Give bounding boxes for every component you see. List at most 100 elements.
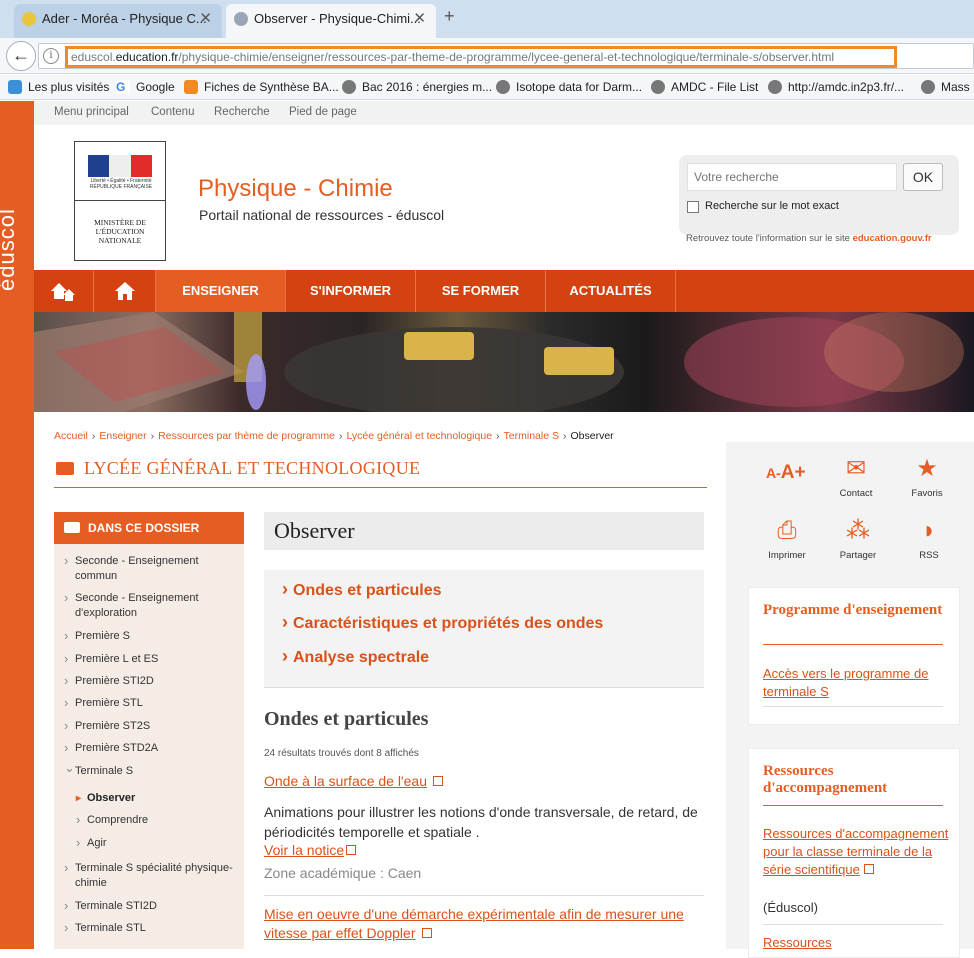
banner-image xyxy=(34,312,974,412)
home-button[interactable] xyxy=(94,270,156,312)
tab-observer[interactable]: Observer - Physique-Chimi... ✕ xyxy=(226,4,436,38)
nav-sinformer[interactable]: S'INFORMER xyxy=(286,270,416,312)
link-pied-de-page[interactable]: Pied de page xyxy=(289,106,357,118)
tab-favicon-icon xyxy=(22,12,36,26)
link-contenu[interactable]: Contenu xyxy=(151,106,194,118)
theme-link-caracteristiques[interactable]: Caractéristiques et propriétés des ondes xyxy=(282,612,603,633)
contact-button[interactable]: ✉ Contact xyxy=(821,456,891,500)
breadcrumb-ressources[interactable]: Ressources par thème de programme xyxy=(158,430,335,442)
sidebar-item-comprendre[interactable]: Comprendre xyxy=(74,812,238,828)
external-link-icon xyxy=(421,928,432,938)
external-link-icon xyxy=(433,776,444,786)
sidebar-item-premiere-sti2d[interactable]: Première STI2D xyxy=(62,673,238,689)
tab-favicon-icon xyxy=(234,12,248,26)
breadcrumb-current: Observer xyxy=(570,430,614,442)
sidebar-item-observer[interactable]: Observer xyxy=(74,791,238,806)
sidebar-item-premiere-s[interactable]: Première S xyxy=(62,628,238,644)
address-bar[interactable]: i eduscol.education.fr/physique-chimie/e… xyxy=(38,43,974,69)
sidebar-item-premiere-st2s[interactable]: Première ST2S xyxy=(62,718,238,734)
breadcrumb-enseigner[interactable]: Enseigner xyxy=(99,430,146,442)
banner-illustration xyxy=(34,312,964,412)
rss-button[interactable]: ◗ RSS xyxy=(894,517,964,562)
search-ok-button[interactable]: OK xyxy=(903,163,943,191)
printer-icon: ⎙ xyxy=(777,517,797,544)
nav-actualites[interactable]: ACTUALITÉS xyxy=(546,270,676,312)
external-link-icon xyxy=(863,864,874,874)
bookmark-fiches[interactable]: Fiches de Synthèse BA... xyxy=(184,79,339,95)
ministere-logo[interactable]: Liberté • Égalité • Fraternité RÉPUBLIQU… xyxy=(74,141,166,261)
new-tab-button[interactable]: + xyxy=(444,6,455,27)
star-icon: ★ xyxy=(916,455,938,482)
back-button[interactable]: ← xyxy=(6,41,36,71)
marianne-flag-icon xyxy=(88,155,152,177)
card-programme: Programme d'enseignement Accès vers le p… xyxy=(748,587,960,725)
rss-icon: ◗ xyxy=(921,517,937,544)
partager-button[interactable]: ⁂ Partager xyxy=(823,518,893,562)
ressources-link[interactable]: Ressources xyxy=(763,934,949,952)
globe-icon xyxy=(768,80,782,94)
browser-tab-bar: Ader - Moréa - Physique C... ✕ Observer … xyxy=(0,0,974,38)
link-recherche[interactable]: Recherche xyxy=(214,106,270,118)
sidebar-item-premiere-l-es[interactable]: Première L et ES xyxy=(62,651,238,667)
sidebar-item-premiere-std2a[interactable]: Première STD2A xyxy=(62,740,238,756)
ministere-text: MINISTÈRE DE L'ÉDUCATION NATIONALE xyxy=(94,218,146,245)
bookmark-isotope[interactable]: Isotope data for Darm... xyxy=(496,79,642,95)
ressources-link[interactable]: Ressources d'accompagnement pour la clas… xyxy=(763,825,949,879)
theme-link-analyse-spectrale[interactable]: Analyse spectrale xyxy=(282,646,429,667)
bookmark-bac[interactable]: Bac 2016 : énergies m... xyxy=(342,79,492,95)
result-count: 24 résultats trouvés dont 8 affichés xyxy=(264,748,419,759)
voir-notice-link[interactable]: Voir la notice xyxy=(264,842,357,858)
close-tab-icon[interactable]: ✕ xyxy=(199,4,212,34)
exact-word-checkbox[interactable] xyxy=(687,201,699,213)
globe-icon xyxy=(921,80,935,94)
sidebar-item-agir[interactable]: Agir xyxy=(74,835,238,851)
skip-links: Menu principal Contenu Recherche Pied de… xyxy=(34,101,974,125)
nav-se-former[interactable]: SE FORMER xyxy=(416,270,546,312)
breadcrumb-accueil[interactable]: Accueil xyxy=(54,430,88,442)
tab-ader-morea[interactable]: Ader - Moréa - Physique C... ✕ xyxy=(14,4,222,38)
sidebar-item-seconde-exploration[interactable]: Seconde - Enseignement d'exploration xyxy=(62,590,238,621)
education-gouv-link[interactable]: education.gouv.fr xyxy=(853,233,932,244)
site-header: Liberté • Égalité • Fraternité RÉPUBLIQU… xyxy=(34,125,974,270)
imprimer-button[interactable]: ⎙ Imprimer xyxy=(752,517,822,562)
globe-icon xyxy=(496,80,510,94)
nav-enseigner[interactable]: ENSEIGNER xyxy=(156,270,286,312)
site-title[interactable]: Physique - Chimie xyxy=(198,175,393,203)
bookmark-icon xyxy=(8,80,22,94)
sidebar-item-premiere-stl[interactable]: Première STL xyxy=(62,695,238,711)
link-menu-principal[interactable]: Menu principal xyxy=(54,106,129,118)
right-column: A-A+ ✉ Contact ★ Favoris ⎙ Imprimer ⁂ Partag… xyxy=(726,442,974,958)
sitemap-home-button[interactable] xyxy=(34,270,94,312)
sidebar-item-seconde-commun[interactable]: Seconde - Enseignement commun xyxy=(62,553,238,584)
bookmark-amdc-url[interactable]: http://amdc.in2p3.fr/... xyxy=(768,79,904,95)
breadcrumb-terminale-s[interactable]: Terminale S xyxy=(504,430,559,442)
sidebar-item-terminale-s[interactable]: Terminale S xyxy=(62,760,238,779)
card-note: (Éduscol) xyxy=(763,900,818,915)
search-panel: OK Recherche sur le mot exact xyxy=(679,155,959,235)
site-subtitle: Portail national de ressources - éduscol xyxy=(199,207,445,223)
url-field[interactable]: eduscol.education.fr/physique-chimie/ens… xyxy=(65,46,897,68)
card-title: Ressources d'accompagnement xyxy=(763,763,888,796)
sidebar-item-terminale-stl[interactable]: Terminale STL xyxy=(62,920,238,936)
sidebar-item-terminale-s-specialite[interactable]: Terminale S spécialité physique-chimie xyxy=(62,860,238,891)
page-title: Observer xyxy=(264,512,704,550)
result-title-link[interactable]: Mise en oeuvre d'une démarche expériment… xyxy=(264,905,704,943)
info-icon[interactable]: i xyxy=(43,48,59,64)
folder-icon xyxy=(64,522,80,533)
globe-icon xyxy=(651,80,665,94)
breadcrumb-lycee[interactable]: Lycée général et technologique xyxy=(346,430,492,442)
sidebar-item-terminale-sti2d[interactable]: Terminale STI2D xyxy=(62,898,238,914)
programme-link[interactable]: Accès vers le programme de terminale S xyxy=(763,665,949,701)
bookmark-amdc[interactable]: AMDC - File List xyxy=(651,79,758,95)
browser-nav-bar: ← i eduscol.education.fr/physique-chimie… xyxy=(0,38,974,74)
bookmark-google[interactable]: G Google xyxy=(116,79,175,95)
text-size-toggle[interactable]: A-A+ xyxy=(766,462,806,484)
eduscol-logo[interactable]: éduscol xyxy=(0,208,20,291)
bookmark-most-visited[interactable]: Les plus visités xyxy=(8,79,109,95)
theme-link-ondes-particules[interactable]: Ondes et particules xyxy=(282,579,442,600)
close-tab-icon[interactable]: ✕ xyxy=(413,4,426,34)
result-title-link[interactable]: Onde à la surface de l'eau xyxy=(264,772,444,791)
favoris-button[interactable]: ★ Favoris xyxy=(892,455,962,500)
bookmark-mass[interactable]: Mass E xyxy=(921,79,974,95)
search-input[interactable] xyxy=(687,163,897,191)
